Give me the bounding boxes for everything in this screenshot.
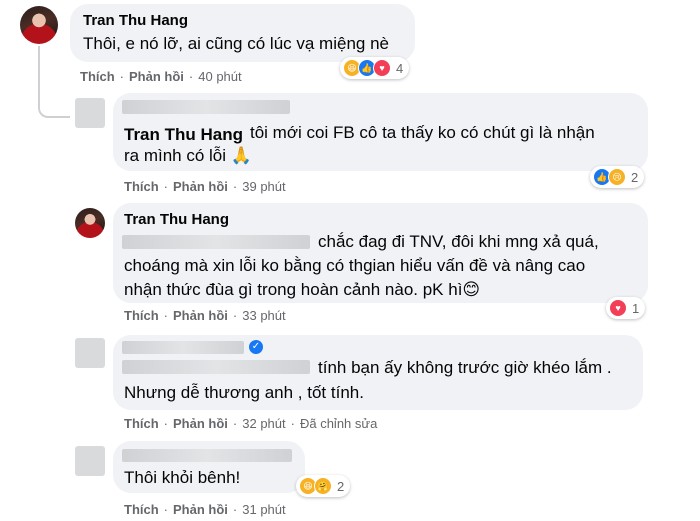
reaction-count: 2 bbox=[337, 478, 345, 494]
blurred-mention bbox=[122, 235, 310, 249]
sad-reaction-icon: 😢 bbox=[608, 168, 626, 186]
comment-actions: Thích · Phản hồi · 39 phút bbox=[124, 179, 286, 194]
avatar-tran-thu-hang[interactable] bbox=[20, 6, 58, 44]
mention-author[interactable]: Tran Thu Hang bbox=[124, 125, 243, 145]
comment-actions: Thích · Phản hồi · 31 phút bbox=[124, 502, 286, 517]
timestamp[interactable]: 33 phút bbox=[242, 308, 285, 323]
care-reaction-icon: 🤗 bbox=[314, 477, 332, 495]
blurred-author-name bbox=[122, 449, 292, 462]
timestamp[interactable]: 32 phút bbox=[242, 416, 285, 431]
separator: · bbox=[232, 502, 238, 517]
comment-text-line: tôi mới coi FB cô ta thấy ko có chút gì … bbox=[250, 123, 595, 142]
verified-badge-icon: ✓ bbox=[249, 340, 263, 354]
like-link[interactable]: Thích bbox=[80, 69, 115, 84]
separator: · bbox=[290, 416, 295, 431]
separator: · bbox=[163, 308, 169, 323]
edited-label[interactable]: Đã chỉnh sửa bbox=[300, 416, 377, 431]
separator: · bbox=[163, 502, 169, 517]
reaction-count: 1 bbox=[632, 300, 640, 316]
like-link[interactable]: Thích bbox=[124, 179, 159, 194]
reply-link[interactable]: Phản hồi bbox=[173, 502, 228, 517]
reaction-summary[interactable]: 😆 👍 ♥ 4 bbox=[340, 57, 410, 79]
comment-text-line: Nhưng dễ thương anh , tốt tính. bbox=[124, 383, 364, 402]
separator: · bbox=[232, 308, 238, 323]
avatar-blurred[interactable] bbox=[75, 446, 105, 476]
thread-line bbox=[38, 46, 70, 118]
comment-text: Thôi khỏi bênh! bbox=[124, 468, 241, 487]
love-reaction-icon: ♥ bbox=[609, 299, 627, 317]
avatar-blurred[interactable] bbox=[75, 338, 105, 368]
comment-text-line: chắc đag đi TNV, đôi khi mng xả quá, bbox=[318, 232, 599, 251]
reaction-count: 4 bbox=[396, 60, 404, 76]
reaction-count: 2 bbox=[631, 169, 639, 185]
reply-link[interactable]: Phản hồi bbox=[173, 179, 228, 194]
reaction-summary[interactable]: ♥ 1 bbox=[606, 297, 646, 319]
blurred-author-name bbox=[122, 341, 244, 354]
comment-text: Thôi, e nó lỡ, ai cũng có lúc vạ miệng n… bbox=[83, 34, 389, 53]
comment-actions: Thích · Phản hồi · 40 phút bbox=[80, 69, 242, 84]
separator: · bbox=[188, 69, 194, 84]
separator: · bbox=[163, 416, 169, 431]
reply-link[interactable]: Phản hồi bbox=[173, 416, 228, 431]
comment-actions: Thích · Phản hồi · 32 phút · Đã chỉnh sửa bbox=[124, 416, 377, 431]
like-link[interactable]: Thích bbox=[124, 502, 159, 517]
comment-actions: Thích · Phản hồi · 33 phút bbox=[124, 308, 286, 323]
timestamp[interactable]: 39 phút bbox=[242, 179, 285, 194]
blurred-author-name bbox=[122, 100, 290, 114]
reaction-summary[interactable]: 😆 🤗 2 bbox=[296, 475, 351, 497]
love-reaction-icon: ♥ bbox=[373, 59, 391, 77]
comment-text-line: tính bạn ấy không trước giờ khéo lắm . bbox=[318, 358, 612, 377]
comment-author[interactable]: Tran Thu Hang bbox=[124, 211, 229, 228]
like-link[interactable]: Thích bbox=[124, 308, 159, 323]
timestamp[interactable]: 40 phút bbox=[198, 69, 241, 84]
avatar-tran-thu-hang[interactable] bbox=[75, 208, 105, 238]
comment-text-line: nhận thức đùa gì trong hoàn cảnh nào. pK… bbox=[124, 280, 481, 299]
reaction-summary[interactable]: 👍 😢 2 bbox=[590, 166, 645, 188]
reply-link[interactable]: Phản hồi bbox=[173, 308, 228, 323]
separator: · bbox=[119, 69, 125, 84]
comment-text-line: choáng mà xin lỗi ko bằng có thgian hiểu… bbox=[124, 256, 586, 275]
separator: · bbox=[232, 416, 238, 431]
comment-author[interactable]: Tran Thu Hang bbox=[83, 12, 188, 29]
blurred-mention bbox=[122, 360, 310, 374]
separator: · bbox=[163, 179, 169, 194]
reply-link[interactable]: Phản hồi bbox=[129, 69, 184, 84]
timestamp[interactable]: 31 phút bbox=[242, 502, 285, 517]
separator: · bbox=[232, 179, 238, 194]
like-link[interactable]: Thích bbox=[124, 416, 159, 431]
comment-text-line: ra mình có lỗi 🙏 bbox=[124, 146, 252, 165]
avatar-blurred[interactable] bbox=[75, 98, 105, 128]
